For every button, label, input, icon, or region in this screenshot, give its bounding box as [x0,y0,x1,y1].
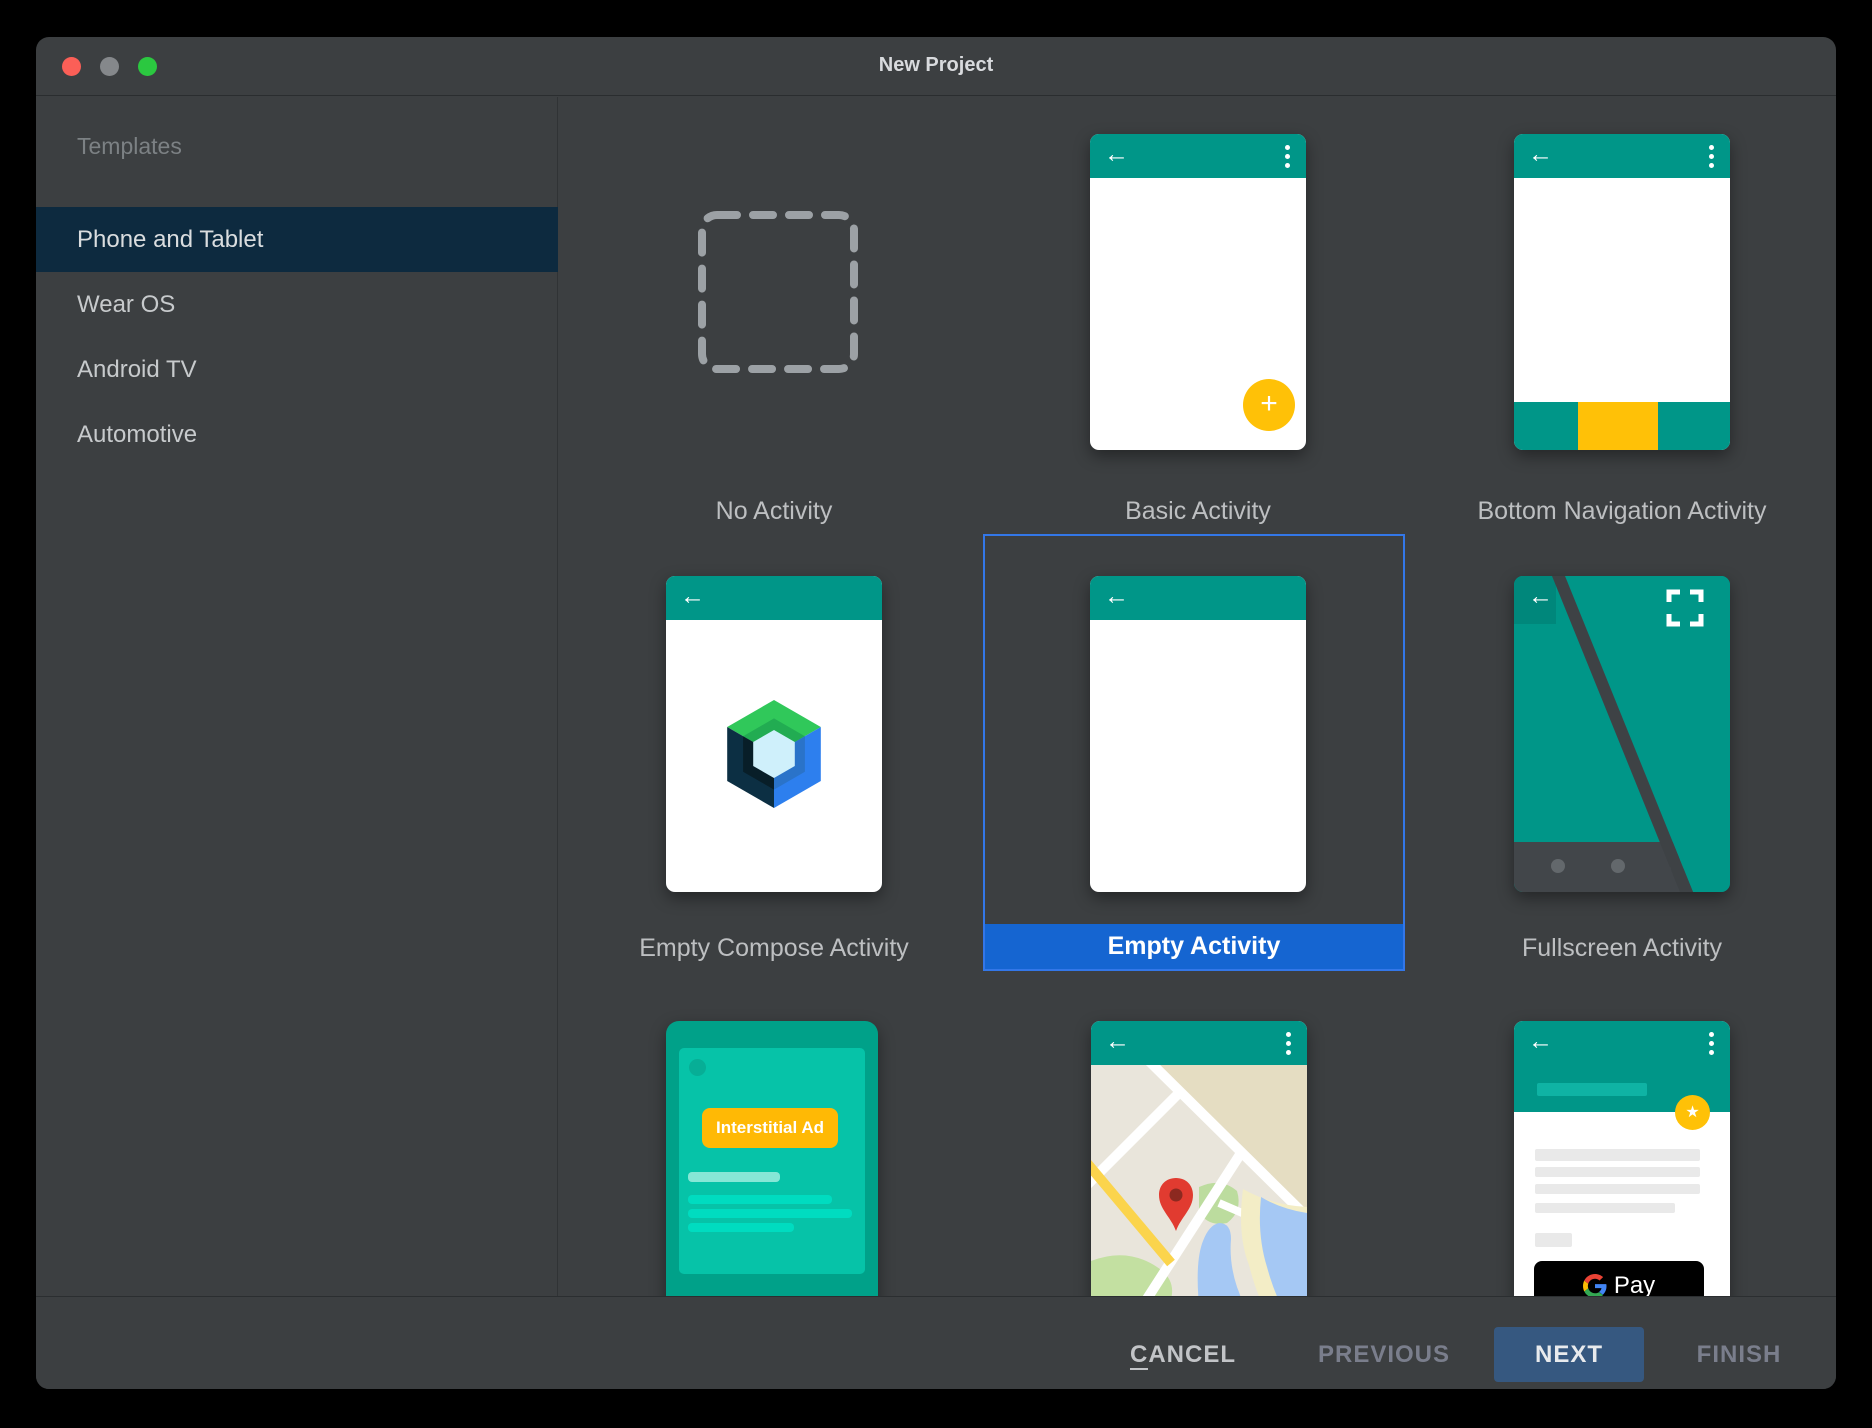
app-bar: ← [1090,576,1306,620]
template-name: Empty Compose Activity [639,934,909,962]
back-arrow-icon: ← [1528,1027,1553,1055]
templates-sidebar: Templates Phone and Tablet Wear OS Andro… [36,97,558,1296]
sidebar-item-wear-os[interactable]: Wear OS [36,272,558,337]
tile-no-activity[interactable]: No Activity [562,97,986,534]
fab-plus-icon: + [1243,379,1295,431]
skeleton-line [688,1223,794,1232]
pay-label: Pay [1613,1272,1656,1296]
skeleton-line [1535,1167,1700,1177]
back-arrow-icon: ← [1105,1027,1130,1055]
overflow-menu-icon [1286,1032,1291,1055]
star-badge-icon: ★ [1675,1095,1710,1130]
google-pay-button: Pay [1534,1261,1704,1296]
skeleton-line [1535,1203,1675,1213]
new-project-dialog: New Project Templates Phone and Tablet W… [36,37,1836,1389]
title-bar: New Project [36,37,1836,96]
sidebar-item-automotive[interactable]: Automotive [36,402,558,467]
back-arrow-icon: ← [680,582,705,610]
template-name: Fullscreen Activity [1521,934,1723,962]
tile-bottom-navigation-activity[interactable]: ← Bottom Navigation Activity [1410,97,1834,534]
app-bar: ← [666,576,882,620]
cancel-button[interactable]: CANCEL [1129,1327,1236,1382]
tile-admob-ads-activity[interactable]: Interstitial Ad [666,1021,878,1296]
tile-basic-activity[interactable]: ← + Basic Activity [986,97,1410,534]
compose-preview: ← [666,576,882,892]
back-arrow-icon: ← [1528,582,1553,610]
tile-fullscreen-activity[interactable]: ← Fullscreen Activity [1410,534,1834,971]
bottom-nav-bar [1514,402,1730,450]
finish-button[interactable]: FINISH [1697,1327,1782,1382]
fullscreen-preview: ← [1514,576,1730,892]
interstitial-ad-chip: Interstitial Ad [702,1108,838,1148]
sidebar-header: Templates [77,133,182,159]
empty-activity-preview: ← [1090,576,1306,892]
app-bar: ← [1090,134,1306,178]
skeleton-title [1537,1083,1647,1096]
skeleton-line [1535,1149,1700,1161]
bottom-navigation-preview: ← [1514,134,1730,450]
window-title: New Project [878,54,994,76]
back-arrow-icon: ← [1528,140,1553,168]
next-button[interactable]: NEXT [1494,1327,1644,1382]
basic-activity-preview: ← + [1090,134,1306,450]
app-bar: ← [1514,134,1730,178]
google-g-icon [1582,1274,1607,1296]
template-name: Basic Activity [1125,497,1271,525]
skeleton-line [688,1209,852,1218]
tile-empty-compose-activity[interactable]: ← Empty Compose Activity [562,534,986,971]
overflow-menu-icon [1709,1032,1714,1055]
overflow-menu-icon [1709,145,1714,168]
sidebar-item-phone-and-tablet[interactable]: Phone and Tablet [36,207,558,272]
map-art [1091,1065,1307,1296]
back-arrow-icon: ← [1104,140,1129,168]
skeleton-line [1535,1233,1572,1247]
back-arrow-icon: ← [1104,582,1129,610]
template-name: No Activity [715,497,833,525]
dialog-footer: CANCEL PREVIOUS NEXT FINISH [36,1296,1836,1389]
camera-dot [689,1059,706,1076]
no-activity-dashed-frame [698,211,858,373]
fullscreen-preview-art [1514,576,1730,892]
tile-empty-activity[interactable]: ← Empty Activity [983,534,1405,971]
sidebar-item-android-tv[interactable]: Android TV [36,337,558,402]
jetpack-compose-logo [727,700,821,808]
template-name: Bottom Navigation Activity [1477,497,1767,525]
skeleton-line [688,1195,832,1204]
skeleton-line [688,1172,780,1182]
dialog-body: Templates Phone and Tablet Wear OS Andro… [36,97,1836,1296]
selected-template-name: Empty Activity [985,924,1403,969]
skeleton-line [1535,1184,1700,1194]
ad-screen: Interstitial Ad [679,1048,865,1274]
overflow-menu-icon [1285,145,1290,168]
tile-google-maps-activity[interactable]: ← [1091,1021,1307,1296]
app-bar: ← [1091,1021,1307,1065]
template-grid: No Activity ← + Basic Activity ← Bottom … [559,97,1836,1296]
previous-button[interactable]: PREVIOUS [1318,1327,1450,1382]
tile-google-pay-activity[interactable]: ← ★ Pay [1514,1021,1730,1296]
